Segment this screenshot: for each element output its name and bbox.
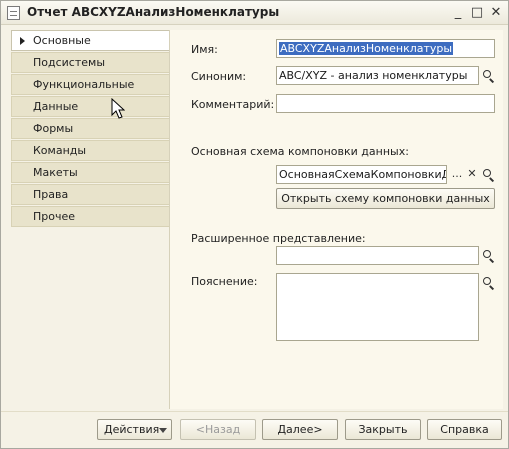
name-field[interactable]: ABCXYZАнализНоменклатуры xyxy=(276,39,495,58)
sidebar-item-rights[interactable]: Права xyxy=(11,184,169,205)
open-schema-button[interactable]: Открыть схему компоновки данных xyxy=(276,188,495,209)
sidebar-item-commands[interactable]: Команды xyxy=(11,140,169,161)
sidebar-item-label: Подсистемы xyxy=(33,56,106,69)
document-icon xyxy=(7,6,20,20)
minimize-button[interactable]: _ xyxy=(449,4,467,22)
search-icon xyxy=(483,250,491,258)
explanation-search-button[interactable] xyxy=(480,274,496,291)
close-button[interactable]: Закрыть xyxy=(345,419,421,440)
mouse-pointer-icon xyxy=(111,98,125,119)
sidebar-item-data[interactable]: Данные xyxy=(11,96,169,117)
schema-value: ОсновнаяСхемаКомпоновкиДанн xyxy=(279,168,446,181)
sidebar-item-forms[interactable]: Формы xyxy=(11,118,169,139)
sidebar-item-subsystems[interactable]: Подсистемы xyxy=(11,52,169,73)
extended-search-button[interactable] xyxy=(480,247,496,264)
sidebar-item-functional-options[interactable]: Функциональные опции xyxy=(11,74,169,110)
sidebar-item-basic[interactable]: Основные xyxy=(11,30,169,51)
sidebar-item-label: Формы xyxy=(33,122,74,135)
sidebar-item-layouts[interactable]: Макеты xyxy=(11,162,169,183)
title-bar: Отчет ABCXYZАнализНоменклатуры _ □ ✕ xyxy=(1,1,508,25)
help-button[interactable]: Справка xyxy=(427,419,502,440)
search-icon xyxy=(483,277,491,285)
schema-clear-button[interactable]: ✕ xyxy=(464,166,480,183)
window-title: Отчет ABCXYZАнализНоменклатуры xyxy=(27,5,280,19)
comment-field[interactable] xyxy=(276,94,495,113)
maximize-button[interactable]: □ xyxy=(468,4,486,22)
sidebar-item-label: Макеты xyxy=(33,166,78,179)
back-button[interactable]: <Назад xyxy=(180,419,256,440)
comment-label: Комментарий: xyxy=(191,98,275,111)
schema-label: Основная схема компоновки данных: xyxy=(191,145,409,158)
sidebar-item-other[interactable]: Прочее xyxy=(11,206,169,227)
schema-select-button[interactable]: ... xyxy=(449,166,465,183)
next-button[interactable]: Далее> xyxy=(262,419,338,440)
footer-divider xyxy=(1,411,508,412)
sidebar-item-label: Прочее xyxy=(33,210,76,223)
sidebar-item-label: Основные xyxy=(33,34,91,47)
synonym-value: ABC/XYZ - анализ номенклатуры xyxy=(279,69,468,82)
search-icon xyxy=(483,70,491,78)
chevron-down-icon xyxy=(159,428,167,433)
extended-label: Расширенное представление: xyxy=(191,232,366,245)
sidebar-item-label: Команды xyxy=(33,144,87,157)
name-label: Имя: xyxy=(191,43,218,56)
report-properties-window: Отчет ABCXYZАнализНоменклатуры _ □ ✕ Осн… xyxy=(0,0,509,449)
sidebar-item-label: Данные xyxy=(33,100,79,113)
explanation-label: Пояснение: xyxy=(191,275,258,288)
synonym-field[interactable]: ABC/XYZ - анализ номенклатуры xyxy=(276,66,479,85)
explanation-field[interactable] xyxy=(276,273,479,341)
schema-field[interactable]: ОсновнаяСхемаКомпоновкиДанн xyxy=(276,165,447,184)
schema-search-button[interactable] xyxy=(480,166,496,183)
search-icon xyxy=(483,169,491,177)
extended-field[interactable] xyxy=(276,246,479,265)
triangle-right-icon xyxy=(20,37,25,45)
main-panel: Имя: ABCXYZАнализНоменклатуры Синоним: A… xyxy=(169,30,503,409)
synonym-search-button[interactable] xyxy=(480,67,496,84)
actions-label: Действия xyxy=(104,423,160,436)
sidebar: Основные Подсистемы Функциональные опции… xyxy=(11,30,169,230)
synonym-label: Синоним: xyxy=(191,70,247,83)
name-value: ABCXYZАнализНоменклатуры xyxy=(279,42,454,55)
close-window-button[interactable]: ✕ xyxy=(487,4,505,22)
sidebar-item-label: Права xyxy=(33,188,69,201)
actions-button[interactable]: Действия xyxy=(97,419,172,440)
